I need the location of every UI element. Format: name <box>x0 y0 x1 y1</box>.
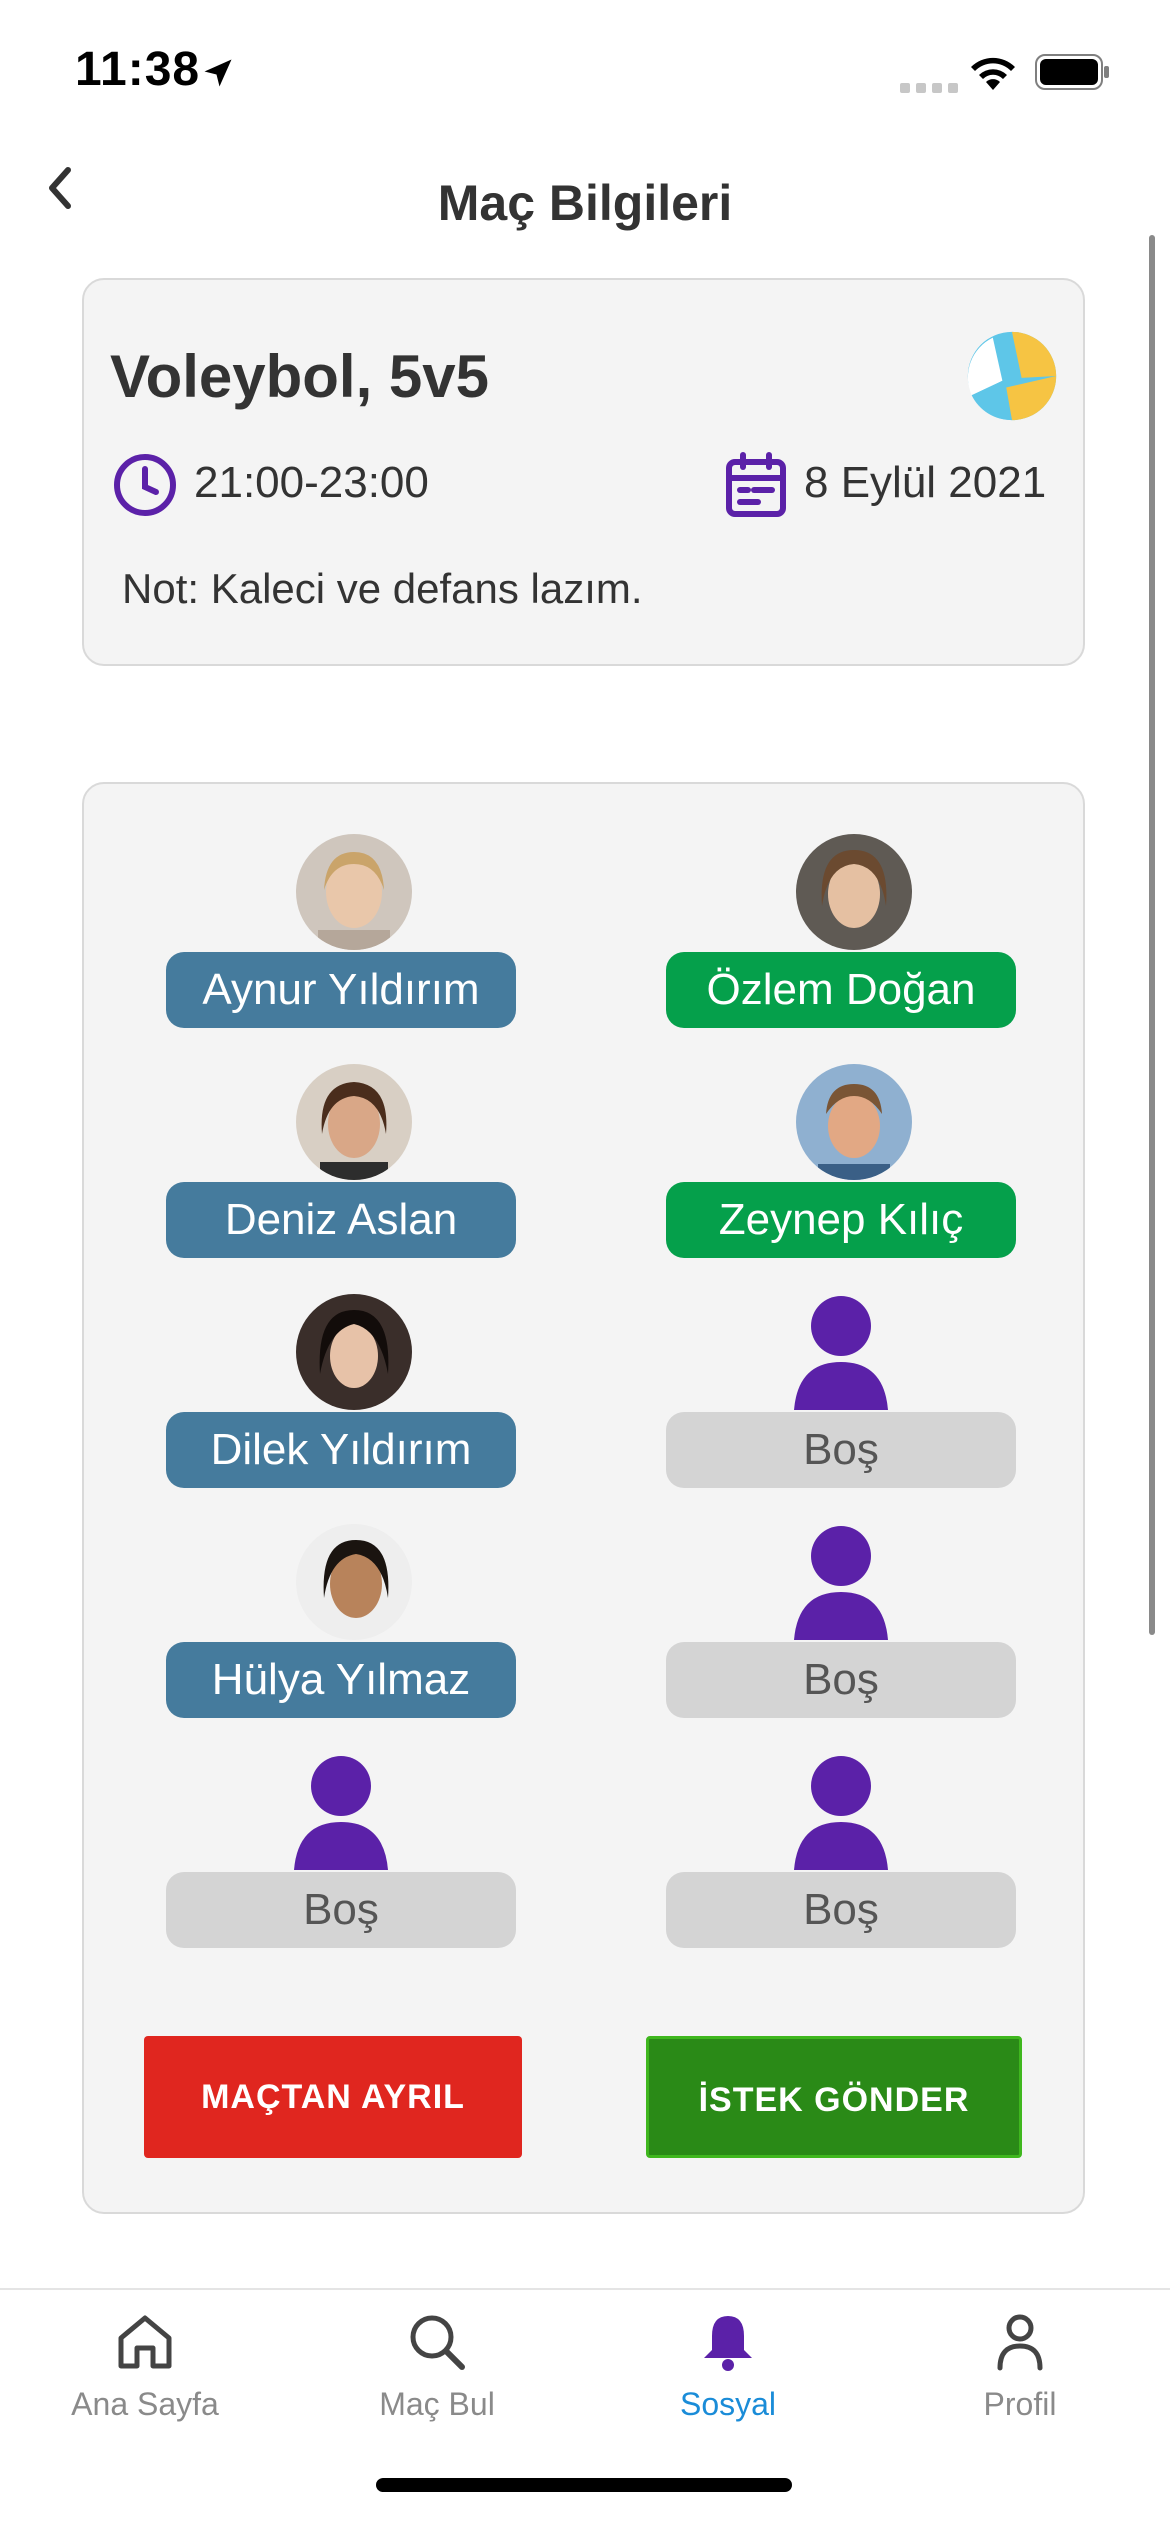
scrollbar[interactable] <box>1149 235 1155 1635</box>
player-name: Boş <box>666 1412 1016 1488</box>
match-note: Not: Kaleci ve defans lazım. <box>122 565 643 612</box>
clock-icon <box>114 454 176 516</box>
player-slot[interactable]: Hülya Yılmaz <box>166 1524 516 1734</box>
cellular-signal-icon <box>900 80 964 98</box>
player-slot-empty[interactable]: Boş <box>666 1294 1016 1504</box>
search-icon <box>410 2315 465 2370</box>
player-name: Aynur Yıldırım <box>166 952 516 1028</box>
player-avatar <box>296 1294 412 1410</box>
player-name: Özlem Doğan <box>666 952 1016 1028</box>
tab-label: Profil <box>983 2386 1057 2422</box>
wifi-icon <box>971 57 1015 90</box>
player-name: Boş <box>666 1642 1016 1718</box>
player-name: Zeynep Kılıç <box>666 1182 1016 1258</box>
tab-label: Maç Bul <box>379 2386 495 2422</box>
empty-user-icon <box>294 1756 388 1870</box>
player-slot[interactable]: Deniz Aslan <box>166 1064 516 1274</box>
player-avatar <box>296 1524 412 1640</box>
empty-user-icon <box>794 1526 888 1640</box>
player-slot-empty[interactable]: Boş <box>666 1754 1016 1964</box>
player-avatar <box>796 834 912 950</box>
player-name: Boş <box>666 1872 1016 1948</box>
player-avatar <box>296 1064 412 1180</box>
calendar-icon <box>726 452 786 517</box>
match-info-card: Voleybol, 5v5 21:00-23:00 8 Eylül 2021 N… <box>82 278 1085 666</box>
player-name: Dilek Yıldırım <box>166 1412 516 1488</box>
player-slot[interactable]: Özlem Doğan <box>666 834 1016 1044</box>
battery-icon <box>1035 54 1109 90</box>
players-card: Aynur Yıldırım Deniz Aslan Dilek Yıldırı… <box>82 782 1085 2214</box>
player-avatar <box>796 1064 912 1180</box>
tab-profile[interactable]: Profil <box>910 2310 1130 2450</box>
send-request-button[interactable]: İSTEK GÖNDER <box>646 2036 1022 2158</box>
sport-title: Voleybol, 5v5 <box>110 343 490 410</box>
leave-match-button[interactable]: MAÇTAN AYRIL <box>144 2036 522 2158</box>
player-name: Deniz Aslan <box>166 1182 516 1258</box>
match-date: 8 Eylül 2021 <box>804 458 1047 507</box>
tab-label: Ana Sayfa <box>71 2386 219 2422</box>
player-name: Boş <box>166 1872 516 1948</box>
bottom-tab-bar: Ana Sayfa Maç Bul Sosyal Profil <box>0 2288 1170 2534</box>
home-icon <box>118 2315 172 2369</box>
tab-home[interactable]: Ana Sayfa <box>35 2310 255 2450</box>
player-slot-empty[interactable]: Boş <box>666 1524 1016 1734</box>
player-slot[interactable]: Aynur Yıldırım <box>166 834 516 1044</box>
navigation-header: Maç Bilgileri <box>0 150 1170 260</box>
player-slot[interactable]: Dilek Yıldırım <box>166 1294 516 1504</box>
player-avatar <box>296 834 412 950</box>
empty-user-icon <box>794 1296 888 1410</box>
tab-social[interactable]: Sosyal <box>618 2310 838 2450</box>
home-indicator <box>376 2478 792 2492</box>
empty-user-icon <box>794 1756 888 1870</box>
player-name: Hülya Yılmaz <box>166 1642 516 1718</box>
location-arrow-icon <box>204 59 232 87</box>
tab-label: Sosyal <box>679 2386 777 2422</box>
bell-icon <box>704 2316 752 2371</box>
status-bar: 11:38 <box>0 0 1170 150</box>
player-slot[interactable]: Zeynep Kılıç <box>666 1064 1016 1274</box>
match-time-range: 21:00-23:00 <box>194 458 429 507</box>
volleyball-icon <box>967 331 1057 421</box>
page-title: Maç Bilgileri <box>437 175 733 231</box>
player-slot-empty[interactable]: Boş <box>166 1754 516 1964</box>
tab-find-match[interactable]: Maç Bul <box>327 2310 547 2450</box>
profile-icon <box>997 2314 1043 2371</box>
status-time: 11:38 <box>75 43 201 96</box>
